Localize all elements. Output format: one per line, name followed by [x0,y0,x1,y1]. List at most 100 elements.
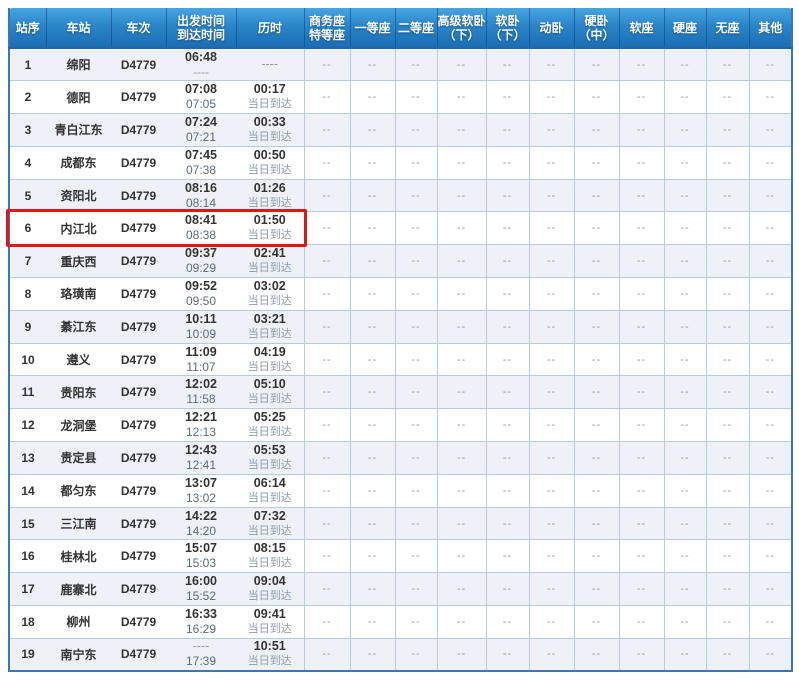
station-order-cell: 10 [9,343,46,376]
arrive-time: 07:38 [166,163,236,178]
seat-availability-cell: -- [529,343,574,376]
time-cell: 14:2214:20 [166,507,236,540]
seat-availability-cell: -- [619,474,664,507]
seat-availability-cell: -- [749,343,792,376]
seat-availability-cell: -- [664,245,706,278]
table-row: 2德阳D477907:0807:0500:17当日到达-------------… [9,81,792,114]
same-day-arrival-label: 当日到达 [236,392,304,407]
seat-availability-cell: -- [749,507,792,540]
seat-availability-cell: -- [486,278,529,311]
seat-availability-cell: -- [395,409,437,442]
seat-availability-cell: -- [529,507,574,540]
same-day-arrival-label: 当日到达 [236,556,304,571]
seat-availability-cell: -- [395,376,437,409]
time-cell: 07:4507:38 [166,146,236,179]
seat-availability-cell: -- [395,638,437,671]
duration-value: 05:10 [236,377,304,392]
column-header-first-class-seat: 一等座 [350,8,395,48]
seat-availability-cell: -- [574,638,619,671]
seat-availability-cell: -- [395,606,437,639]
seat-availability-cell: -- [749,81,792,114]
time-cell: 13:0713:02 [166,474,236,507]
seat-availability-cell: -- [486,638,529,671]
seat-availability-cell: -- [749,212,792,245]
same-day-arrival-label: 当日到达 [236,327,304,342]
station-cell: 綦江东 [46,310,111,343]
seat-availability-cell: -- [664,212,706,245]
seat-availability-cell: -- [706,409,749,442]
duration-value: 09:41 [236,607,304,622]
seat-availability-cell: -- [395,310,437,343]
station-order-cell: 2 [9,81,46,114]
seat-availability-cell: -- [304,114,350,147]
seat-availability-cell: -- [574,376,619,409]
seat-availability-cell: -- [664,540,706,573]
seat-availability-cell: -- [749,409,792,442]
station-cell: 都匀东 [46,474,111,507]
seat-availability-cell: -- [395,474,437,507]
seat-availability-cell: -- [574,310,619,343]
seat-availability-cell: -- [706,278,749,311]
seat-availability-cell: -- [304,409,350,442]
duration-value: 01:50 [236,213,304,228]
table-row: 19南宁东D4779----17:3910:51当日到达------------… [9,638,792,671]
seat-availability-cell: -- [619,179,664,212]
seat-availability-cell: -- [664,146,706,179]
arrive-time: 07:05 [166,97,236,112]
station-order-cell: 12 [9,409,46,442]
train-no-cell: D4779 [111,474,166,507]
arrive-time: 15:03 [166,556,236,571]
depart-time: 16:00 [166,574,236,589]
seat-availability-cell: -- [395,343,437,376]
table-row: 1绵阳D477906:48---------------------------… [9,48,792,81]
seat-availability-cell: -- [350,146,395,179]
depart-time: 11:09 [166,345,236,360]
seat-availability-cell: -- [350,474,395,507]
duration-cell: 07:32当日到达 [236,507,304,540]
seat-availability-cell: -- [574,146,619,179]
seat-availability-cell: -- [395,179,437,212]
duration-cell: 10:51当日到达 [236,638,304,671]
seat-availability-cell: -- [749,245,792,278]
table-row: 3青白江东D477907:2407:2100:33当日到达-----------… [9,114,792,147]
station-order-cell: 14 [9,474,46,507]
train-no-cell: D4779 [111,245,166,278]
time-cell: 15:0715:03 [166,540,236,573]
seat-availability-cell: -- [664,573,706,606]
depart-time: 07:08 [166,82,236,97]
depart-time: 06:48 [166,50,236,65]
seat-availability-cell: -- [529,212,574,245]
seat-availability-cell: -- [437,573,486,606]
table-row: 9綦江东D477910:1110:0903:21当日到达------------… [9,310,792,343]
train-no-cell: D4779 [111,278,166,311]
seat-availability-cell: -- [350,179,395,212]
train-no-cell: D4779 [111,638,166,671]
station-order-cell: 1 [9,48,46,81]
station-order-cell: 16 [9,540,46,573]
train-no-cell: D4779 [111,376,166,409]
station-cell: 南宁东 [46,638,111,671]
arrive-time: 14:20 [166,524,236,539]
seat-availability-cell: -- [574,442,619,475]
seat-availability-cell: -- [437,540,486,573]
station-cell: 贵阳东 [46,376,111,409]
column-header-depart-arrive-time: 出发时间 到达时间 [166,8,236,48]
seat-availability-cell: -- [619,212,664,245]
seat-availability-cell: -- [619,507,664,540]
seat-availability-cell: -- [619,245,664,278]
time-cell: 07:2407:21 [166,114,236,147]
seat-availability-cell: -- [304,343,350,376]
table-row: 4成都东D477907:4507:3800:50当日到达------------… [9,146,792,179]
train-no-cell: D4779 [111,310,166,343]
train-no-cell: D4779 [111,114,166,147]
train-no-cell: D4779 [111,81,166,114]
seat-availability-cell: -- [350,48,395,81]
seat-availability-cell: -- [304,81,350,114]
train-no-cell: D4779 [111,573,166,606]
table-body: 1绵阳D477906:48---------------------------… [9,48,792,671]
seat-availability-cell: -- [529,474,574,507]
seat-availability-cell: -- [486,343,529,376]
seat-availability-cell: -- [437,638,486,671]
seat-availability-cell: -- [664,409,706,442]
depart-time: 08:16 [166,181,236,196]
